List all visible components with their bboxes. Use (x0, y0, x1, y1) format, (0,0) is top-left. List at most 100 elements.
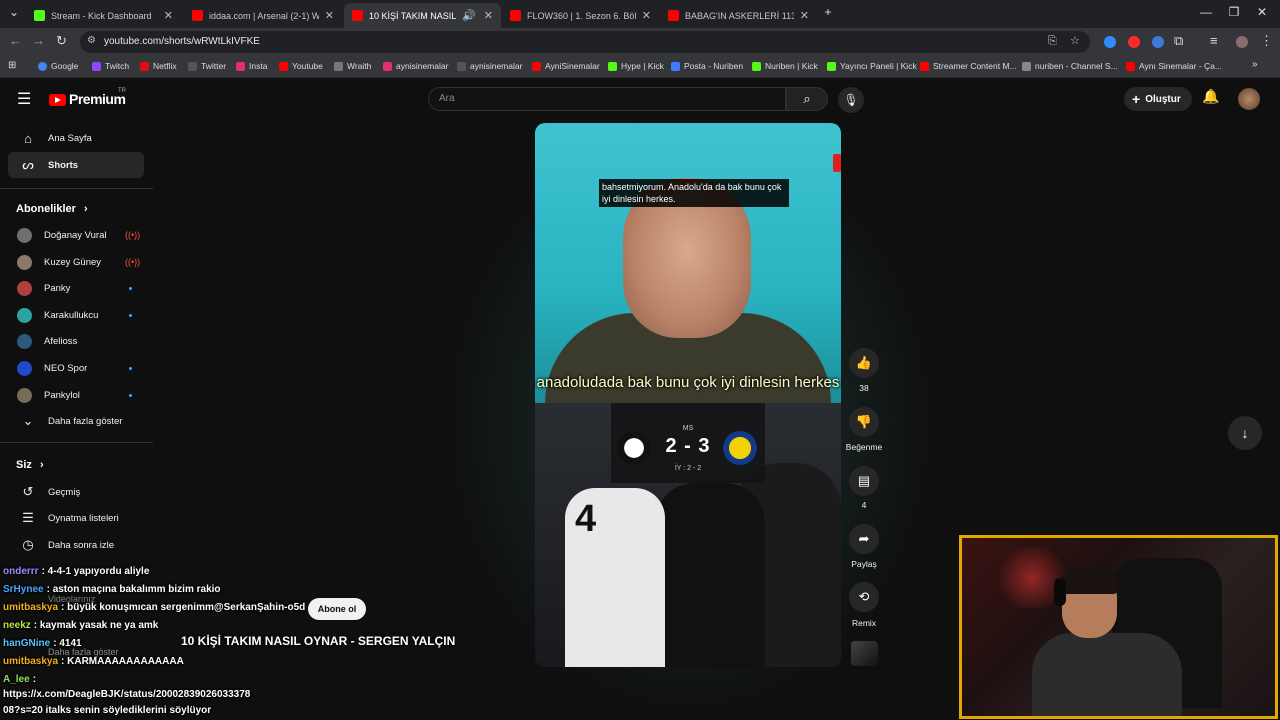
dislike-button[interactable]: 👎 (849, 407, 879, 437)
brand-label[interactable]: Premium (69, 91, 126, 107)
thumbs-down-icon: 👎 (855, 414, 873, 429)
subscription-item[interactable]: Panky (8, 275, 144, 301)
bookmark-item[interactable]: Hype | Kick (608, 61, 664, 71)
close-icon[interactable]: ✕ (484, 9, 493, 22)
more-bookmarks-icon[interactable]: » (1252, 59, 1258, 70)
share-label: Paylaş (851, 559, 877, 569)
subscription-item[interactable]: NEO Spor (8, 355, 144, 381)
apps-grid-icon[interactable]: ⊞ (8, 60, 16, 71)
tab-search-icon[interactable]: ⌄ (4, 5, 24, 19)
sidebar-item-shorts[interactable]: ᔕ Shorts (8, 152, 144, 178)
sidebar-item-home[interactable]: ⌂ Ana Sayfa (8, 125, 144, 151)
account-avatar[interactable] (1238, 88, 1260, 110)
bookmark-item[interactable]: Twitter (188, 61, 226, 71)
bookmark-item[interactable]: Twitch (92, 61, 129, 71)
chevron-right-icon: › (83, 203, 88, 215)
search-button[interactable]: ⌕ (786, 87, 828, 111)
search-input[interactable]: Ara (428, 87, 786, 111)
bookmark-item[interactable]: Yayıncı Paneli | Kick (827, 61, 917, 71)
forward-icon[interactable]: → (32, 33, 45, 48)
bookmark-item[interactable]: aynisinemalar (383, 61, 448, 71)
sidebar-item-watch-later[interactable]: ◷ Daha sonra izle (8, 532, 144, 558)
address-bar[interactable]: ⚙ youtube.com/shorts/wRWtLkIVFKE ⎘ ☆ (80, 31, 1090, 53)
youtube-logo-icon[interactable] (49, 94, 66, 106)
subscription-item[interactable]: Kuzey Güney (8, 249, 144, 275)
bookmark-item[interactable]: Streamer Content M... (920, 61, 1017, 71)
media-icon[interactable]: ≡ (1210, 33, 1218, 48)
bookmark-item[interactable]: AyniSinemalar (532, 61, 600, 71)
comments-button[interactable]: ▤ (849, 466, 879, 496)
tab-kick-dashboard[interactable]: Stream - Kick Dashboard ✕ (26, 3, 181, 28)
kick-icon (34, 10, 45, 21)
bookmark-item[interactable]: Netflix (140, 61, 177, 71)
tab-babag[interactable]: BABAG'IN ASKERLERİ 113'ÜN PE ✕ (660, 3, 817, 28)
dislike-label: Beğenme (845, 442, 883, 452)
bookmark-item[interactable]: Aynı Sinemalar - Ça... (1126, 61, 1222, 71)
tab-iddaa[interactable]: iddaa.com | Arsenal (2-1) Wolves ✕ (184, 3, 342, 28)
audio-source-thumbnail[interactable] (851, 641, 878, 666)
bookmark-item[interactable]: Insta (236, 61, 267, 71)
bookmark-label: aynisinemalar (470, 61, 523, 71)
bookmark-item[interactable]: Posta - Nuriben (671, 61, 743, 71)
bookmark-star-icon[interactable]: ☆ (1070, 34, 1080, 47)
bookmark-item[interactable]: aynisinemalar (457, 61, 522, 71)
tab-flow360[interactable]: FLOW360 | 1. Sezon 6. Bölüm | T ✕ (502, 3, 659, 28)
install-icon[interactable]: ⎘ (1048, 35, 1057, 48)
profile-avatar[interactable] (1236, 36, 1248, 48)
close-icon[interactable]: ✕ (642, 9, 651, 22)
subscription-item[interactable]: Pankylol (8, 382, 144, 408)
you-heading[interactable]: Siz › (16, 459, 44, 471)
subscription-item[interactable]: Afelioss (8, 328, 144, 354)
live-tag-icon (833, 154, 841, 172)
notifications-bell-icon[interactable]: 🔔 (1202, 88, 1219, 105)
close-icon[interactable]: ✕ (164, 9, 173, 22)
show-more-button[interactable]: ⌄ Daha fazla göster (8, 408, 144, 434)
back-icon[interactable]: ← (9, 33, 22, 48)
reload-icon[interactable]: ↻ (56, 33, 67, 49)
sidebar-item-playlists[interactable]: ☰ Oynatma listeleri (8, 505, 144, 531)
youtube-header: ☰ Premium TR Ara ⌕ 🎙 + Oluştur 🔔 (0, 79, 1280, 119)
jersey-number: 4 (575, 498, 597, 540)
tab-active-short[interactable]: 10 KİŞİ TAKIM NASIL OYNAR 🔊 ✕ (344, 3, 501, 28)
chat-username: umitbaskya (3, 602, 59, 613)
voice-search-mic-icon[interactable]: 🎙 (838, 87, 864, 113)
remix-button[interactable]: ⟲ (849, 582, 879, 612)
shield-extension-icon[interactable] (1152, 36, 1164, 48)
thumbs-up-icon: 👍 (855, 355, 873, 370)
hamburger-menu-icon[interactable]: ☰ (17, 89, 31, 109)
next-short-arrow-icon[interactable]: ↓ (1228, 416, 1262, 450)
maximize-icon[interactable]: ❐ (1224, 5, 1244, 19)
subscription-item[interactable]: Karakullukcu (8, 302, 144, 328)
channel-avatar (17, 387, 32, 403)
short-title[interactable]: 10 KİŞİ TAKIM NASIL OYNAR - SERGEN YALÇI… (181, 634, 455, 648)
bookmark-item[interactable]: Wraith (334, 61, 371, 71)
speaker-icon[interactable]: 🔊 (462, 9, 476, 22)
extension-icon[interactable] (1128, 36, 1140, 48)
extension-icon[interactable] (1104, 36, 1116, 48)
sidebar-item-history[interactable]: ↺ Geçmiş (8, 479, 144, 505)
streamer-body (1032, 633, 1182, 716)
channel-name: Panky (44, 282, 71, 294)
new-tab-icon[interactable]: + (818, 5, 838, 19)
bookmark-item[interactable]: Youtube (279, 61, 323, 71)
minimize-icon[interactable]: — (1196, 5, 1216, 19)
bookmark-item[interactable]: Nuriben | Kick (752, 61, 818, 71)
subscription-item[interactable]: Doğanay Vural (8, 222, 144, 248)
menu-kebab-icon[interactable]: ⋮ (1260, 33, 1273, 49)
site-info-icon[interactable]: ⚙ (87, 35, 96, 46)
like-button[interactable]: 👍 (849, 348, 879, 378)
close-window-icon[interactable]: ✕ (1252, 5, 1272, 19)
subscriptions-heading[interactable]: Abonelikler › (16, 203, 88, 215)
youtube-icon (532, 61, 541, 71)
close-icon[interactable]: ✕ (800, 9, 809, 22)
bookmark-label: Aynı Sinemalar - Ça... (1139, 61, 1222, 71)
bookmark-item[interactable]: nuriben - Channel S... (1022, 61, 1118, 71)
shorts-video-player[interactable]: bahsetmiyorum. Anadolu'da da bak bunu ço… (535, 123, 841, 667)
share-button[interactable]: ➦ (849, 524, 879, 554)
shorts-icon: ᔕ (22, 157, 34, 172)
create-button[interactable]: + Oluştur (1124, 87, 1192, 111)
close-icon[interactable]: ✕ (325, 9, 334, 22)
subscribe-button[interactable]: Abone ol (308, 598, 366, 620)
puzzle-icon[interactable]: ⧉ (1174, 33, 1183, 49)
bookmark-item[interactable]: Google (38, 61, 78, 71)
